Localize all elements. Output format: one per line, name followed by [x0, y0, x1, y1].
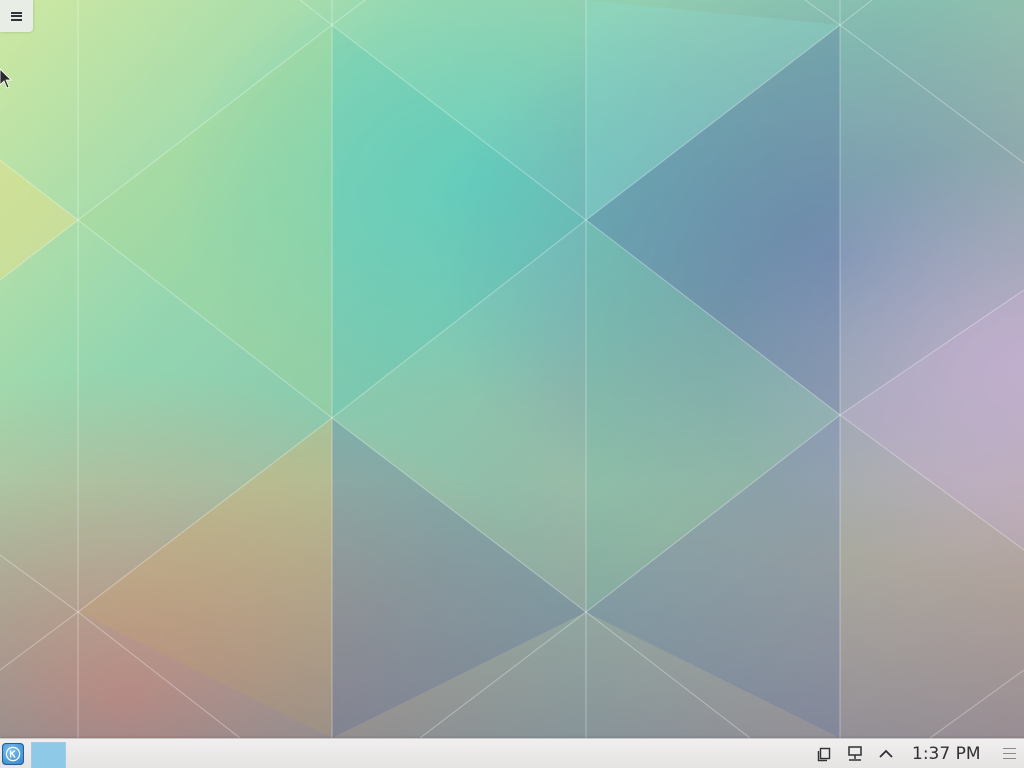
hamburger-menu-icon	[11, 11, 22, 21]
panel-config-icon[interactable]	[1003, 748, 1016, 759]
network-icon	[848, 746, 862, 761]
show-hidden-icons-button[interactable]	[876, 744, 896, 764]
network-button[interactable]	[845, 744, 865, 764]
chevron-up-icon	[879, 749, 893, 758]
desktop: 1:37 PM	[0, 0, 1024, 768]
application-launcher-button[interactable]	[2, 743, 24, 765]
kde-logo-icon	[5, 746, 21, 762]
desktop-toolbox-button[interactable]	[0, 0, 33, 32]
taskbar-panel: 1:37 PM	[0, 738, 1024, 768]
desktop-wallpaper	[0, 0, 1024, 738]
virtual-desktop-pager[interactable]	[31, 742, 66, 768]
clipboard-button[interactable]	[814, 744, 834, 764]
digital-clock[interactable]: 1:37 PM	[912, 742, 981, 766]
mouse-cursor-icon	[0, 68, 12, 89]
clipboard-icon	[817, 747, 831, 762]
